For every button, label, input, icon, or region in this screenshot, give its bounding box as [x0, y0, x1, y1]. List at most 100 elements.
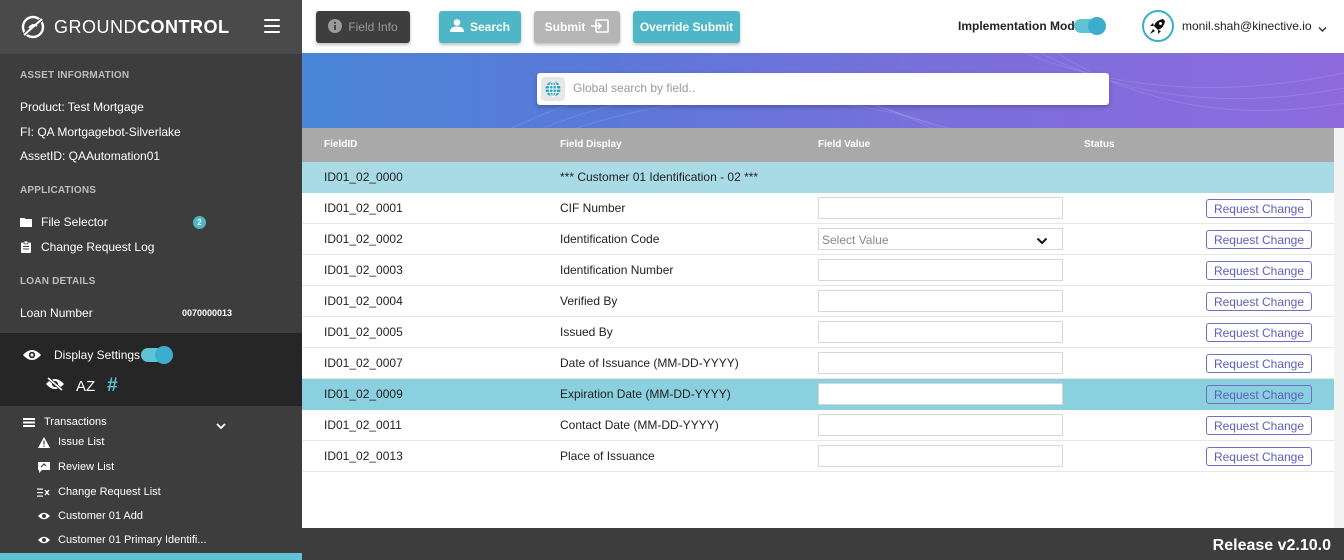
vertical-scrollbar[interactable] [1334, 128, 1344, 528]
global-search-box[interactable] [537, 73, 1109, 105]
sidebar-item-change-request-list[interactable]: Change Request List [37, 486, 161, 498]
field-display: Identification Code [560, 232, 660, 246]
select-placeholder: Select Value [822, 233, 889, 247]
request-change-button[interactable]: Request Change [1206, 261, 1312, 280]
table-row: ID01_02_0003 Identification Number Reque… [302, 255, 1334, 286]
table-row: ID01_02_0013 Place of Issuance Request C… [302, 441, 1334, 472]
fields-table: FieldID Field Display Field Value Status… [302, 128, 1334, 472]
fi-info: FI: QA Mortgagebot-Silverlake [20, 125, 181, 139]
field-id: ID01_02_0004 [324, 294, 403, 308]
menu-toggle-icon[interactable] [264, 19, 280, 33]
chevron-down-icon [1036, 234, 1048, 248]
field-id: ID01_02_0000 [324, 170, 403, 184]
field-display: CIF Number [560, 201, 626, 215]
field-value-input[interactable] [818, 445, 1063, 467]
table-row: ID01_02_0004 Verified By Request Change [302, 286, 1334, 317]
field-display: Contact Date (MM-DD-YYYY) [560, 418, 719, 432]
user-email[interactable]: monil.shah@kinective.io [1182, 19, 1312, 33]
asset-id-info: AssetID: QAAutomation01 [20, 149, 161, 163]
sidebar-item-label: Review List [58, 461, 115, 473]
search-banner [302, 53, 1344, 128]
chevron-down-icon[interactable] [216, 417, 226, 435]
request-change-button[interactable]: Request Change [1206, 199, 1312, 218]
sidebar-item-label: Customer 01 Primary Identifi... [58, 534, 207, 546]
asset-information-title: ASSET INFORMATION [20, 70, 130, 81]
submit-button[interactable]: Submit [534, 11, 620, 43]
request-change-button[interactable]: Request Change [1206, 354, 1312, 373]
implementation-mode-label: Implementation Mode [958, 19, 1082, 33]
sidebar-item-label: Change Request Log [41, 240, 155, 254]
table-row: ID01_02_0011 Contact Date (MM-DD-YYYY) R… [302, 410, 1334, 441]
field-value-input[interactable] [818, 197, 1063, 219]
global-search-input[interactable] [573, 81, 1093, 95]
table-row-selected: ID01_02_0009 Expiration Date (MM-DD-YYYY… [302, 379, 1334, 410]
avatar[interactable] [1142, 10, 1174, 42]
clipboard-icon [20, 241, 32, 253]
info-icon [328, 18, 343, 36]
field-display: Expiration Date (MM-DD-YYYY) [560, 387, 731, 401]
request-change-button[interactable]: Request Change [1206, 416, 1312, 435]
table-row: ID01_02_0005 Issued By Request Change [302, 317, 1334, 348]
field-display: Issued By [560, 325, 613, 339]
display-settings-toggle[interactable] [141, 346, 173, 364]
brand-name: GROUNDCONTROL [54, 16, 230, 37]
eye-slash-icon[interactable] [46, 376, 64, 396]
transactions-header[interactable]: Transactions [23, 416, 107, 428]
header-field-display: Field Display [560, 139, 622, 150]
request-change-button[interactable]: Request Change [1206, 385, 1312, 404]
applications-title: APPLICATIONS [20, 185, 97, 196]
eye-icon [23, 348, 41, 366]
submit-label: Submit [544, 20, 586, 34]
loan-details-title: LOAN DETAILS [20, 276, 96, 287]
globe-icon[interactable] [541, 77, 565, 101]
field-id: ID01_02_0009 [324, 387, 403, 401]
transactions-label: Transactions [44, 416, 107, 428]
user-icon [449, 19, 464, 35]
field-display: Place of Issuance [560, 449, 655, 463]
hash-icon[interactable]: # [107, 375, 118, 397]
sidebar-item-file-selector[interactable]: File Selector [20, 215, 108, 229]
request-change-button[interactable]: Request Change [1206, 447, 1312, 466]
table-row: ID01_02_0001 CIF Number Request Change [302, 193, 1334, 224]
sidebar-item-review-list[interactable]: Review List [37, 461, 114, 473]
field-info-button[interactable]: Field Info [316, 11, 410, 43]
override-submit-label: Override Submit [639, 20, 734, 34]
file-selector-count-badge: 2 [193, 216, 206, 229]
sidebar-item-change-request-log[interactable]: Change Request Log [20, 240, 154, 254]
field-id: ID01_02_0002 [324, 232, 403, 246]
field-value-input[interactable] [818, 352, 1063, 374]
override-submit-button[interactable]: Override Submit [633, 11, 740, 43]
request-change-button[interactable]: Request Change [1206, 230, 1312, 249]
field-id: ID01_02_0001 [324, 201, 403, 215]
field-value-input[interactable] [818, 414, 1063, 436]
sidebar-item-customer-01-primary-identification[interactable]: Customer 01 Primary Identifi... [37, 534, 207, 546]
request-change-button[interactable]: Request Change [1206, 292, 1312, 311]
search-button[interactable]: Search [439, 11, 521, 43]
active-item-indicator[interactable] [0, 553, 302, 560]
sort-az-icon[interactable]: AZ [76, 378, 95, 395]
header-field-value: Field Value [818, 139, 871, 150]
field-info-label: Field Info [348, 20, 398, 34]
sidebar-item-issue-list[interactable]: Issue List [37, 436, 104, 448]
sidebar-item-label: Customer 01 Add [58, 510, 143, 522]
footer: Release v2.10.0 [302, 528, 1344, 560]
field-value-input[interactable] [818, 259, 1063, 281]
search-label: Search [469, 20, 511, 34]
loan-number-value: 0070000013 [182, 308, 233, 318]
table-section-row: ID01_02_0000 *** Customer 01 Identificat… [302, 162, 1334, 193]
request-change-button[interactable]: Request Change [1206, 323, 1312, 342]
sidebar-item-label: File Selector [41, 215, 108, 229]
implementation-mode-toggle[interactable] [1074, 17, 1106, 35]
field-value-input[interactable] [818, 321, 1063, 343]
field-value-input[interactable] [818, 290, 1063, 312]
sidebar-item-customer-01-add[interactable]: Customer 01 Add [37, 510, 143, 522]
table-row: ID01_02_0007 Date of Issuance (MM-DD-YYY… [302, 348, 1334, 379]
field-id: ID01_02_0005 [324, 325, 403, 339]
sign-in-icon [591, 18, 610, 36]
field-display: Verified By [560, 294, 618, 308]
field-display: Date of Issuance (MM-DD-YYYY) [560, 356, 739, 370]
field-display: *** Customer 01 Identification - 02 *** [560, 170, 759, 184]
field-value-input[interactable] [818, 383, 1063, 405]
chevron-down-icon[interactable] [1318, 20, 1327, 38]
field-value-select[interactable]: Select Value [818, 228, 1063, 250]
